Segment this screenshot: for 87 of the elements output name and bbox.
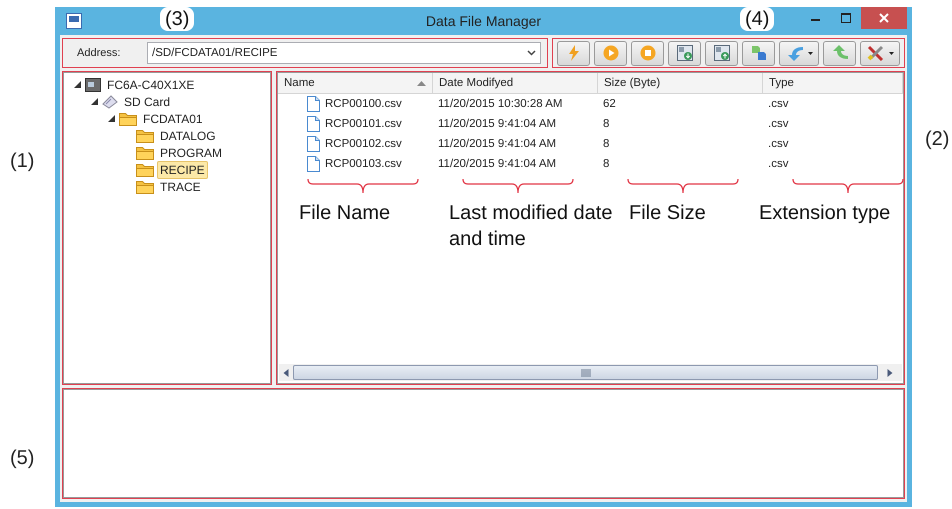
toolbar-button[interactable] — [742, 40, 775, 66]
upload-window-icon — [714, 45, 730, 61]
file-name[interactable]: RCP00101.csv — [325, 118, 402, 130]
size-cell-text: 62 — [602, 98, 617, 110]
window-title: Data File Manager — [426, 13, 542, 29]
arrow-down-icon — [786, 45, 804, 61]
callout-label: (2) — [925, 128, 950, 151]
folder-icon — [136, 146, 154, 160]
lightning-icon — [568, 45, 580, 61]
size-cell-text: 8 — [602, 158, 610, 170]
date-cell-text: 11/20/2015 9:41:04 AM — [437, 158, 558, 170]
toolbar-button[interactable] — [860, 40, 900, 66]
tree-item[interactable]: RECIPE — [157, 160, 208, 178]
controller-icon — [85, 78, 101, 92]
file-icon — [307, 96, 320, 112]
caret-icon — [888, 52, 894, 54]
type-cell-text: .csv — [767, 158, 790, 170]
folder-icon — [136, 180, 154, 194]
download-window-icon — [676, 45, 692, 61]
tree-item[interactable]: PROGRAM — [157, 144, 226, 162]
type-cell-text: .csv — [767, 118, 790, 130]
scrollbar-thumb[interactable] — [293, 365, 878, 380]
arrow-up-icon — [830, 45, 848, 61]
callout-label: (3) — [160, 7, 194, 31]
curly-brace-icon — [627, 178, 739, 194]
curly-brace-icon — [462, 178, 574, 194]
file-icon — [307, 136, 320, 152]
folder-icon — [136, 128, 154, 142]
tree-item[interactable]: FCDATA01 — [140, 110, 206, 128]
annotation-text: Last modified date and time — [449, 201, 614, 252]
expanded-triangle-icon[interactable] — [73, 80, 82, 89]
file-name[interactable]: RCP00100.csv — [325, 98, 402, 110]
memory-card-icon — [102, 94, 118, 108]
stop-icon — [640, 45, 656, 61]
app-icon — [66, 13, 82, 29]
column-header[interactable]: Size (Byte) — [598, 73, 763, 93]
chevron-down-icon — [527, 50, 536, 56]
file-icon — [307, 156, 320, 172]
toolbar-button[interactable] — [823, 40, 856, 66]
horizontal-scrollbar[interactable] — [279, 364, 902, 381]
toolbar-button[interactable] — [557, 40, 590, 66]
file-name[interactable]: RCP00103.csv — [325, 158, 402, 170]
curly-brace-icon — [792, 178, 904, 194]
file-name[interactable]: RCP00102.csv — [325, 138, 402, 150]
date-cell-text: 11/20/2015 10:30:28 AM — [437, 98, 564, 110]
tree-item[interactable]: FC6A-C40X1XE — [104, 76, 198, 94]
callout-label: (5) — [10, 447, 34, 470]
annotation-text: File Name — [299, 201, 392, 226]
tree-item[interactable]: DATALOG — [157, 126, 219, 144]
date-cell-text: 11/20/2015 9:41:04 AM — [437, 118, 558, 130]
address-label: Address: — [77, 47, 122, 59]
column-header[interactable]: Type — [763, 73, 903, 93]
address-field[interactable]: /SD/FCDATA01/RECIPE — [147, 42, 541, 64]
tree-item[interactable]: TRACE — [157, 178, 204, 196]
scroll-left-icon — [283, 368, 289, 376]
expanded-triangle-icon[interactable] — [90, 97, 99, 106]
play-icon — [602, 45, 618, 61]
size-cell-text: 8 — [602, 118, 610, 130]
type-cell-text: .csv — [767, 138, 790, 150]
annotation-text: File Size — [629, 201, 707, 226]
callout-label: (1) — [10, 150, 34, 173]
column-header[interactable]: Name — [278, 73, 433, 93]
toolbar-button[interactable] — [594, 40, 627, 66]
toolbar-button[interactable] — [631, 40, 664, 66]
close-icon — [879, 13, 889, 23]
folder-icon — [119, 112, 137, 126]
type-cell-text: .csv — [767, 98, 790, 110]
close-button[interactable] — [861, 7, 907, 29]
file-icon — [307, 116, 320, 132]
toolbar-button[interactable] — [705, 40, 738, 66]
copy-files-icon — [750, 45, 766, 61]
annotation-text: Extension type — [759, 201, 892, 226]
size-cell-text: 8 — [602, 138, 610, 150]
scroll-right-icon — [887, 368, 893, 376]
tools-icon — [866, 45, 884, 61]
tree-item[interactable]: SD Card — [121, 92, 174, 110]
toolbar-button[interactable] — [668, 40, 701, 66]
callout-label: (4) — [740, 7, 774, 31]
column-header[interactable]: Date Modifyed — [433, 73, 598, 93]
folder-icon — [136, 162, 154, 176]
expanded-triangle-icon[interactable] — [107, 114, 116, 123]
curly-brace-icon — [307, 178, 419, 194]
maximize-icon — [841, 13, 851, 23]
grip-icon — [580, 368, 590, 376]
caret-icon — [808, 52, 812, 54]
date-cell-text: 11/20/2015 9:41:04 AM — [437, 138, 558, 150]
toolbar-button[interactable] — [779, 40, 819, 66]
